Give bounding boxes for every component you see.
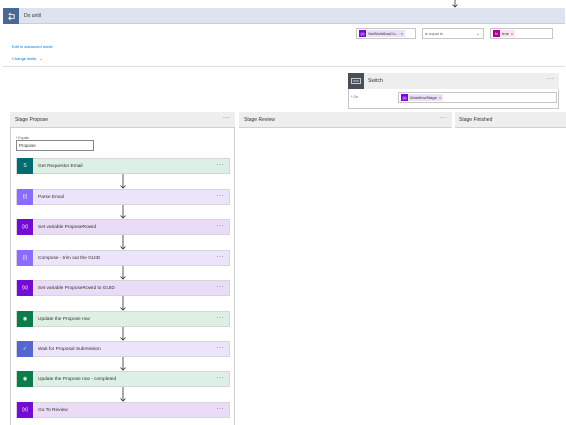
action-menu-icon[interactable]: ··· [217, 315, 225, 321]
divider [3, 66, 565, 67]
operator-value: is equal to [425, 31, 444, 36]
action-label: Go To Review [38, 407, 68, 413]
stage-review-menu-icon[interactable]: ··· [440, 115, 448, 121]
dataverse-icon: ◉ [17, 311, 33, 327]
connector-arrow-icon [120, 235, 126, 250]
stage-propose-menu-icon[interactable]: ··· [223, 115, 231, 121]
connector-arrow-icon [120, 387, 126, 402]
action-menu-icon[interactable]: ··· [217, 406, 225, 412]
condition-left-field[interactable]: {x} VarWorkflowCo... × [356, 28, 416, 39]
action-label: Set variable ProposeRowId to GUID [38, 285, 115, 291]
action-set-variable-proposerowid[interactable]: {x} Set variable ProposeRowId ··· [16, 219, 230, 235]
action-label: Update the Propose row - completed [38, 376, 117, 382]
condition-right-token[interactable]: fx true × [493, 30, 516, 37]
do-until-title: Do until [24, 13, 41, 19]
condition-left-token[interactable]: {x} VarWorkflowCo... × [359, 30, 406, 37]
stage-propose-title: Stage Propose [15, 117, 49, 123]
variable-icon: {x} [17, 219, 33, 235]
variable-icon: {x} [401, 94, 408, 101]
action-menu-icon[interactable]: ··· [217, 162, 225, 168]
condition-operator-select[interactable]: is equal to ⌄ [422, 28, 484, 39]
action-label: Update the Propose row [38, 316, 90, 322]
do-until-header[interactable] [3, 8, 565, 24]
action-label: Compose - trim out the GUID [38, 255, 101, 261]
action-wait-proposal-submission[interactable]: ✓ Wait for Proposal Submission ··· [16, 341, 230, 357]
action-menu-icon[interactable]: ··· [217, 284, 225, 290]
expression-icon: fx [493, 30, 500, 37]
variable-icon: {x} [359, 30, 366, 37]
action-update-propose-row[interactable]: ◉ Update the Propose row ··· [16, 311, 230, 327]
connector-arrow-icon [120, 266, 126, 280]
condition-right-field[interactable]: fx true × [490, 28, 553, 39]
token-label: VarWorkflowCo... [368, 31, 399, 36]
action-menu-icon[interactable]: ··· [217, 254, 225, 260]
connector-arrow-icon [120, 357, 126, 371]
action-menu-icon[interactable]: ··· [217, 223, 225, 229]
approval-icon: ✓ [17, 341, 33, 357]
compose-icon: {∕} [17, 189, 33, 205]
stage-finished-title: Stage Finished [459, 117, 493, 123]
connector-arrow-icon [120, 174, 126, 189]
do-until-icon [3, 8, 19, 24]
action-label: Set variable ProposeRowId [38, 224, 97, 230]
switch-on-label: * On [351, 95, 359, 99]
dataverse-icon: ◉ [17, 371, 33, 387]
stage-review-title: Stage Review [244, 117, 275, 123]
switch-icon [348, 73, 364, 89]
compose-icon: {∕} [17, 250, 33, 266]
change-limits-label: Change limits [12, 56, 37, 61]
remove-token-icon[interactable]: × [401, 31, 403, 36]
switch-on-field[interactable]: {x} WorkflowStage × [398, 92, 557, 103]
action-compose-trim-guid[interactable]: {∕} Compose - trim out the GUID ··· [16, 250, 230, 266]
switch-title: Switch [368, 78, 383, 84]
change-limits-link[interactable]: Change limits ⌄ [12, 56, 43, 61]
remove-token-icon[interactable]: × [439, 95, 441, 100]
action-label: Get Requestor Email [38, 163, 83, 169]
sharepoint-icon: S [17, 158, 33, 174]
token-label: WorkflowStage [410, 95, 437, 100]
action-update-propose-row-completed[interactable]: ◉ Update the Propose row - completed ··· [16, 371, 230, 387]
action-get-requestor-email[interactable]: S Get Requestor Email ··· [16, 158, 230, 174]
down-arrow-icon [452, 0, 458, 8]
action-menu-icon[interactable]: ··· [217, 193, 225, 199]
remove-token-icon[interactable]: × [511, 31, 513, 36]
connector-arrow-icon [120, 327, 126, 341]
chevron-down-icon: ⌄ [39, 56, 43, 61]
switch-on-token[interactable]: {x} WorkflowStage × [401, 94, 444, 101]
chevron-down-icon: ⌄ [475, 31, 480, 37]
action-menu-icon[interactable]: ··· [217, 345, 225, 351]
connector-arrow-icon [120, 205, 126, 219]
connector-arrow-icon [120, 296, 126, 311]
variable-icon: {x} [17, 280, 33, 296]
equals-input[interactable]: Propose [16, 140, 94, 151]
action-menu-icon[interactable]: ··· [217, 375, 225, 381]
token-label: true [502, 31, 509, 36]
action-parse-email[interactable]: {∕} Parse Email ··· [16, 189, 230, 205]
switch-menu-icon[interactable]: ··· [547, 76, 555, 82]
variable-icon: {x} [17, 402, 33, 418]
action-set-variable-proposerowid-guid[interactable]: {x} Set variable ProposeRowId to GUID ··… [16, 280, 230, 296]
action-label: Parse Email [38, 194, 64, 200]
action-go-to-review[interactable]: {x} Go To Review ··· [16, 402, 230, 418]
edit-advanced-link[interactable]: Edit in advanced mode [12, 44, 53, 49]
action-label: Wait for Proposal Submission [38, 346, 101, 352]
